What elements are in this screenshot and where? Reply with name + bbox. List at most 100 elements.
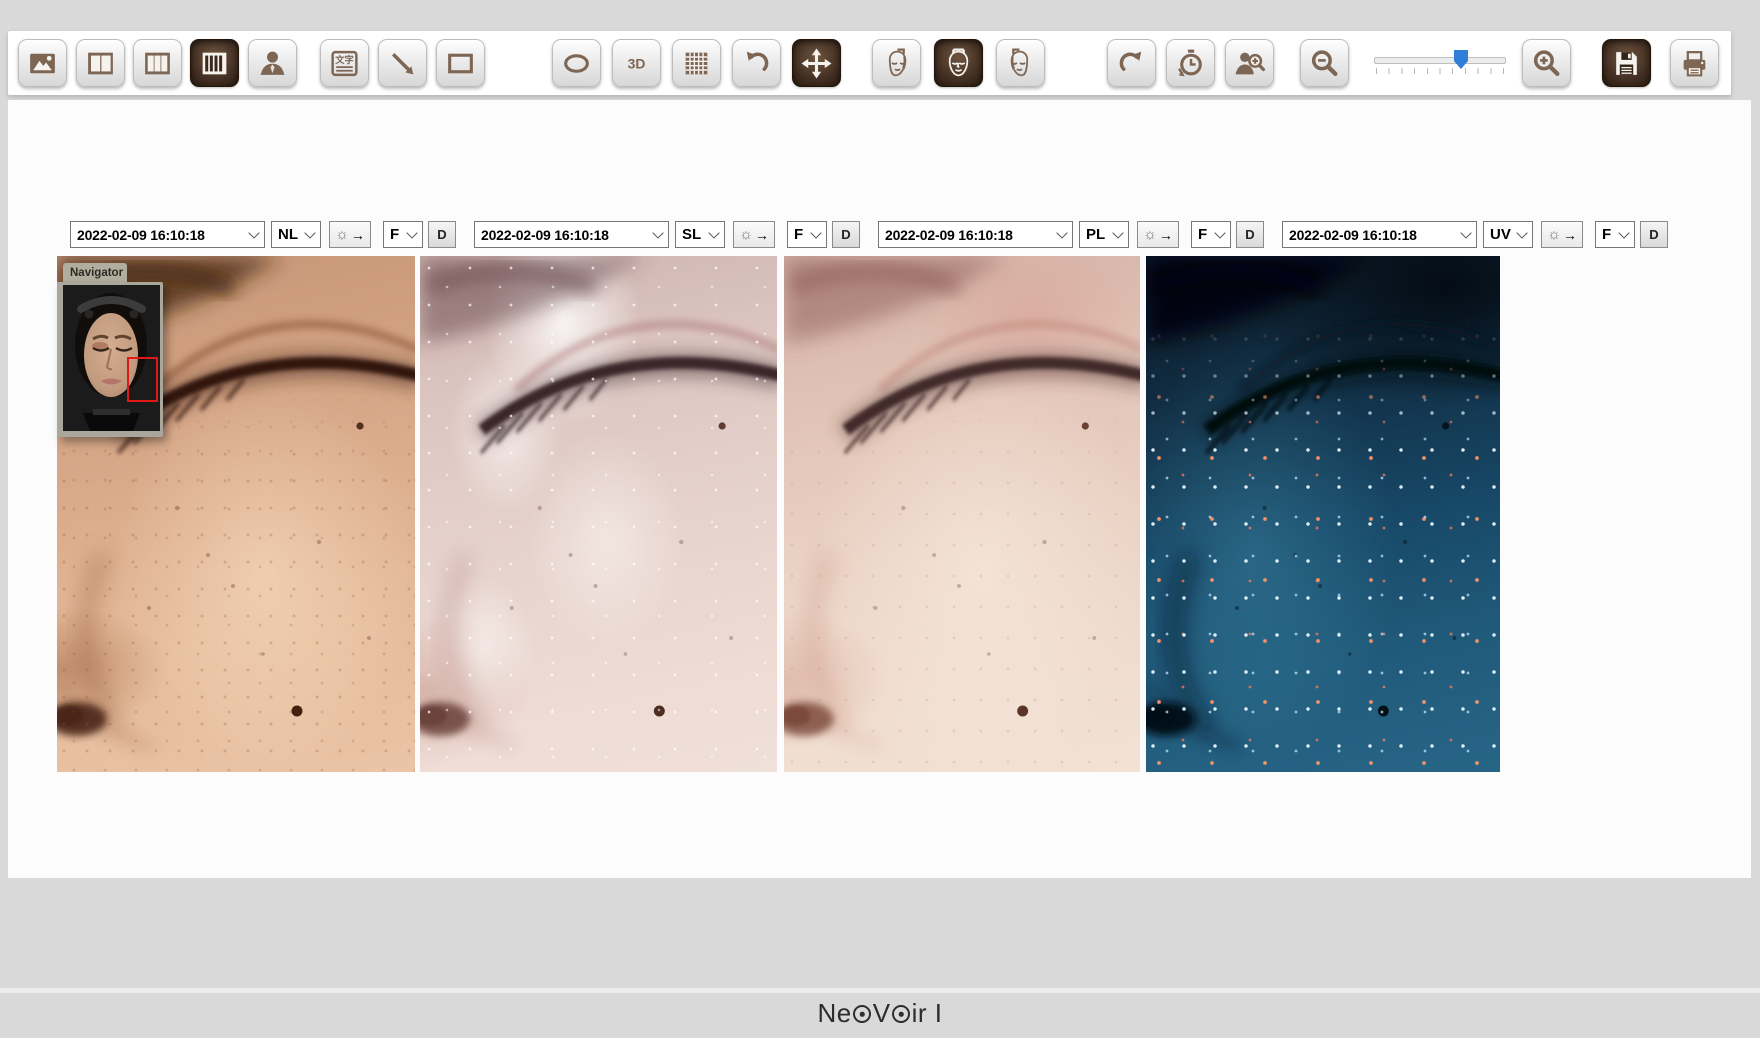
panel-3-lighting-button[interactable]: ☼→: [1137, 221, 1179, 248]
capture-history-button[interactable]: [1166, 39, 1215, 87]
navigator-viewport-box[interactable]: [127, 357, 158, 402]
undo-arrow-icon: [740, 47, 773, 80]
panel-2-date-value: 2022-02-09 16:10:18: [481, 227, 609, 243]
four-pane-layout-icon: [198, 47, 231, 80]
undo-button[interactable]: [732, 39, 781, 87]
three-pane-layout-icon: [141, 47, 174, 80]
printer-icon: [1678, 47, 1711, 80]
panel-3-mode-select[interactable]: PL: [1079, 221, 1129, 248]
arrow-right-icon: →: [1563, 228, 1577, 242]
panel-1-filter-value: F: [390, 226, 399, 243]
chevron-down-icon: [1516, 227, 1527, 238]
panel-4-date-select[interactable]: 2022-02-09 16:10:18: [1282, 221, 1477, 248]
patient-profile-button[interactable]: [248, 39, 297, 87]
move-arrows-icon: [800, 47, 833, 80]
zoom-in-button[interactable]: [1522, 39, 1571, 87]
chevron-down-icon: [1056, 227, 1067, 238]
floppy-disk-icon: [1610, 47, 1643, 80]
logo-o-icon: [853, 1005, 871, 1023]
zoom-slider: [1368, 39, 1510, 87]
zoom-out-button[interactable]: [1300, 39, 1349, 87]
bulb-icon: ☼: [1547, 227, 1561, 242]
panel-2-filter-select[interactable]: F: [787, 221, 827, 248]
face-view-front-button[interactable]: [934, 39, 983, 87]
panel-4-filter-value: F: [1602, 226, 1611, 243]
four-pane-layout-button[interactable]: [190, 39, 239, 87]
panel-1-filter-select[interactable]: F: [383, 221, 423, 248]
panel-2-detail-button[interactable]: D: [832, 221, 860, 248]
skin-image-uv[interactable]: [1146, 256, 1500, 772]
ellipse-annotation-button[interactable]: [552, 39, 601, 87]
navigator-body: [57, 282, 163, 437]
brand-text-seg1: Ne: [818, 998, 852, 1028]
pan-move-button[interactable]: [792, 39, 841, 87]
panel-2-date-select[interactable]: 2022-02-09 16:10:18: [474, 221, 669, 248]
bottom-divider: [0, 988, 1760, 993]
zoom-slider-track[interactable]: [1374, 57, 1506, 64]
save-button[interactable]: [1602, 39, 1651, 87]
panel-2-controls: 2022-02-09 16:10:18 SL ☼→ F D: [474, 221, 860, 248]
navigator-panel: Navigator: [57, 263, 163, 437]
skin-image-uv-overlay: [1146, 256, 1500, 772]
skin-image-sl[interactable]: [420, 256, 777, 772]
panel-1-mode-select[interactable]: NL: [271, 221, 321, 248]
photo-icon: [26, 47, 59, 80]
panel-4-filter-select[interactable]: F: [1595, 221, 1635, 248]
panel-2-mode-value: SL: [682, 226, 701, 243]
panel-2-lighting-button[interactable]: ☼→: [733, 221, 775, 248]
panel-2-filter-value: F: [794, 226, 803, 243]
grid-icon: [680, 47, 713, 80]
text-annotation-button[interactable]: 文字: [320, 39, 369, 87]
navigator-thumbnail[interactable]: [63, 285, 160, 431]
panel-3-detail-button[interactable]: D: [1236, 221, 1264, 248]
skin-image-sl-overlay: [420, 256, 777, 772]
brand-logo: NeVir I: [0, 998, 1760, 1029]
chevron-down-icon: [1460, 227, 1471, 238]
three-pane-layout-button[interactable]: [133, 39, 182, 87]
face-view-left-button[interactable]: [872, 39, 921, 87]
arrow-right-icon: →: [1159, 228, 1173, 242]
panel-1-mode-value: NL: [278, 226, 298, 243]
panel-1-date-select[interactable]: 2022-02-09 16:10:18: [70, 221, 265, 248]
person-icon: [256, 47, 289, 80]
bulb-icon: ☼: [335, 227, 349, 242]
three-d-view-button[interactable]: 3D: [612, 39, 661, 87]
face-right-icon: [1004, 47, 1037, 80]
magnifier-plus-icon: [1530, 47, 1563, 80]
two-pane-layout-button[interactable]: [76, 39, 125, 87]
panel-4-mode-select[interactable]: UV: [1483, 221, 1533, 248]
panel-4-detail-button[interactable]: D: [1640, 221, 1668, 248]
panel-3-date-value: 2022-02-09 16:10:18: [885, 227, 1013, 243]
panel-1-lighting-button[interactable]: ☼→: [329, 221, 371, 248]
chevron-down-icon: [810, 227, 821, 238]
skin-image-pl[interactable]: [784, 256, 1140, 772]
panel-2-mode-select[interactable]: SL: [675, 221, 725, 248]
svg-text:文字: 文字: [334, 53, 354, 64]
redo-arrow-icon: [1115, 47, 1148, 80]
navigator-tab[interactable]: Navigator: [63, 263, 127, 282]
viewer-area: 2022-02-09 16:10:18 NL ☼→ F D 2022-02-09…: [8, 100, 1751, 878]
single-image-view-button[interactable]: [18, 39, 67, 87]
chevron-down-icon: [652, 227, 663, 238]
redo-button[interactable]: [1107, 39, 1156, 87]
rectangle-annotation-button[interactable]: [436, 39, 485, 87]
chevron-down-icon: [708, 227, 719, 238]
panel-3-date-select[interactable]: 2022-02-09 16:10:18: [878, 221, 1073, 248]
magnifier-minus-icon: [1308, 47, 1341, 80]
panel-3-filter-value: F: [1198, 226, 1207, 243]
bulb-icon: ☼: [739, 227, 753, 242]
face-front-icon: [942, 47, 975, 80]
panel-1-detail-button[interactable]: D: [428, 221, 456, 248]
line-annotation-button[interactable]: [378, 39, 427, 87]
ellipse-icon: [560, 47, 593, 80]
chevron-down-icon: [406, 227, 417, 238]
panel-4-lighting-button[interactable]: ☼→: [1541, 221, 1583, 248]
panel-3-filter-select[interactable]: F: [1191, 221, 1231, 248]
print-button[interactable]: [1670, 39, 1719, 87]
face-view-right-button[interactable]: [996, 39, 1045, 87]
grid-overlay-button[interactable]: [672, 39, 721, 87]
panel-1-date-value: 2022-02-09 16:10:18: [77, 227, 205, 243]
chevron-down-icon: [1618, 227, 1629, 238]
zoom-slider-handle[interactable]: [1454, 50, 1468, 69]
patient-register-button[interactable]: [1225, 39, 1274, 87]
